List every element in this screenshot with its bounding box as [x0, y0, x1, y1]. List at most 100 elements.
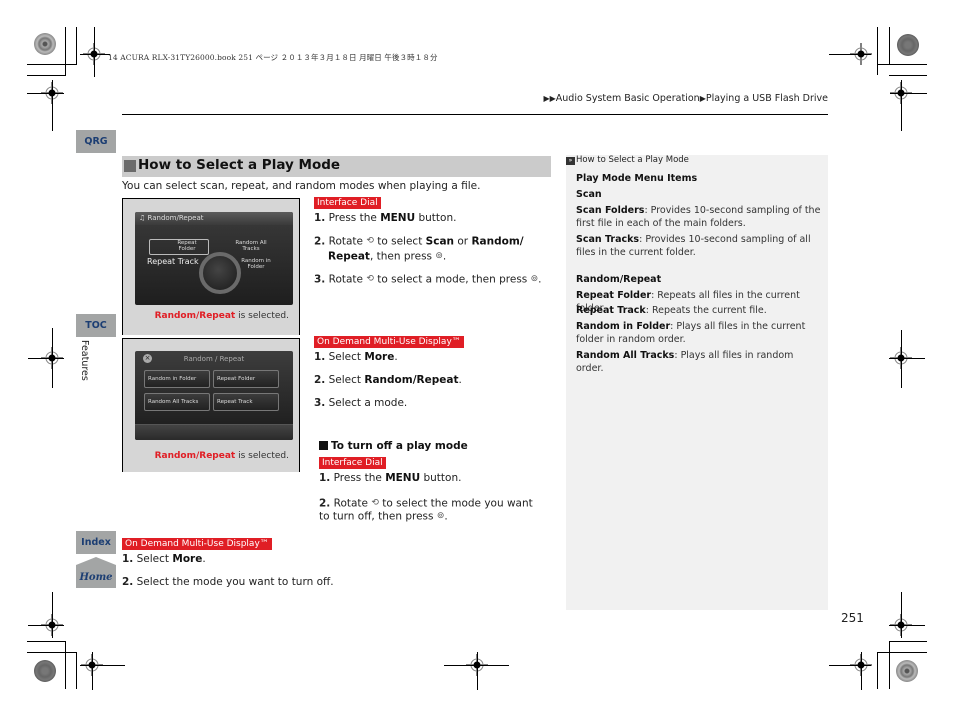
crop-mark [52, 328, 53, 388]
screen-image: ♫ Random/Repeat Repeat Folder Random All… [135, 212, 293, 305]
crop-mark [52, 592, 53, 638]
step: 2. Select Random/Repeat. [314, 374, 462, 387]
bold-text: More [364, 351, 395, 363]
crop-mark [889, 625, 925, 626]
text: Press the [325, 212, 381, 224]
text: . [202, 553, 206, 565]
text: : Repeats the current file. [645, 305, 767, 316]
registration-disc-icon [897, 34, 919, 56]
text: 2. [122, 576, 134, 588]
crop-mark [901, 80, 902, 131]
registration-disc-icon [34, 33, 56, 55]
crop-mark [94, 27, 95, 77]
rotate-dial-icon: ⟲ [366, 274, 374, 284]
crop-mark [829, 54, 871, 55]
crop-mark [877, 27, 878, 75]
text: or [454, 235, 472, 248]
crop-mark [52, 80, 53, 131]
crop-mark [877, 64, 927, 65]
dial-knob-image [199, 252, 241, 294]
step: 3. Select a mode. [314, 397, 407, 410]
home-tab[interactable]: Home [76, 557, 116, 588]
bold-text: Random in Folder [576, 321, 671, 332]
crop-mark [27, 64, 77, 65]
crop-mark [889, 27, 890, 64]
text: . [442, 250, 447, 263]
breadcrumb-item[interactable]: Audio System Basic Operation [556, 93, 700, 104]
sidebar-item: Scan Tracks: Provides 10-second sampling… [576, 233, 822, 259]
section-title: How to Select a Play Mode [138, 157, 341, 173]
step: 1. Press the MENU button. [314, 212, 456, 225]
text: 2. [314, 374, 326, 386]
step: 2. Rotate ⟲ to select Scan or Random/ [314, 235, 524, 249]
sidebar-subheading: Random/Repeat [576, 273, 822, 286]
intro-text: You can select scan, repeat, and random … [122, 180, 481, 192]
screen-option: Random in Folder [241, 258, 271, 270]
interface-dial-label: Interface Dial [319, 457, 386, 469]
screen-bottom-bar [135, 424, 293, 440]
text: to select the mode you want [378, 497, 533, 510]
subsection-heading: To turn off a play mode [319, 440, 468, 452]
sidebar-item: Scan Folders: Provides 10-second samplin… [576, 204, 822, 230]
text: 1. [319, 472, 331, 484]
text: Select [325, 351, 365, 363]
crop-mark [27, 652, 77, 653]
step: to turn off, then press ⊚. [319, 510, 448, 524]
crop-mark [27, 93, 64, 94]
crop-mark [80, 54, 110, 55]
figure-interface-dial: ♫ Random/Repeat Repeat Folder Random All… [122, 198, 300, 335]
qrg-tab[interactable]: QRG [76, 130, 116, 153]
bold-text: Play Mode Menu Items [576, 173, 698, 184]
crop-mark [65, 27, 66, 75]
screen-option: Random All Tracks [235, 240, 267, 252]
index-tab[interactable]: Index [76, 531, 116, 554]
bold-text: Random/Repeat [364, 374, 459, 386]
figure-odmd: × Random / Repeat Random in Folder Repea… [122, 338, 300, 472]
sidebar-item: Random All Tracks: Plays all files in ra… [576, 349, 822, 375]
crop-mark [890, 93, 927, 94]
step: 3. Rotate ⟲ to select a mode, then press… [314, 273, 542, 287]
text: , then press [369, 250, 436, 263]
screen-title: ♫ Random/Repeat [135, 212, 293, 225]
crop-mark [901, 330, 902, 388]
step: 1. Press the MENU button. [319, 472, 461, 485]
text: 3. [314, 273, 326, 286]
crop-mark [477, 652, 478, 690]
text: . [538, 273, 542, 286]
crop-mark [80, 665, 125, 666]
screen-image: × Random / Repeat Random in Folder Repea… [135, 351, 293, 440]
bold-text: MENU [380, 212, 416, 224]
text: 1. [314, 212, 326, 224]
screen-option: Random in Folder [144, 370, 210, 388]
crop-mark [28, 625, 64, 626]
crop-mark [92, 652, 93, 690]
screen-option: Repeat Folder [213, 370, 279, 388]
crop-mark [829, 665, 871, 666]
sidebar-subheading: Scan [576, 188, 822, 201]
bold-text: Repeat Folder [576, 290, 652, 301]
notes-sidebar: » How to Select a Play Mode Play Mode Men… [566, 155, 828, 610]
registration-disc-icon [34, 660, 56, 682]
bold-text: More [172, 553, 203, 565]
square-bullet-icon [319, 441, 328, 450]
bold-text: Scan [576, 189, 602, 200]
crop-mark [889, 641, 890, 689]
breadcrumb-item[interactable]: Playing a USB Flash Drive [706, 93, 828, 104]
text: to select [373, 235, 426, 248]
odmd-label: On Demand Multi-Use Display™ [314, 336, 464, 348]
crop-mark [901, 592, 902, 638]
screen-option: Repeat Folder [177, 240, 197, 252]
bold-text: Repeat Track [576, 305, 646, 316]
bold-text: Repeat [328, 250, 370, 263]
bold-text: Random/Repeat [576, 274, 662, 285]
section-heading: How to Select a Play Mode [122, 156, 551, 177]
reference-arrow-icon: » [566, 157, 575, 165]
text: 2. [314, 235, 326, 248]
registration-disc-icon [896, 660, 918, 682]
rotate-dial-icon: ⟲ [371, 498, 379, 508]
text: How to Select a Play Mode [576, 155, 689, 165]
text: To turn off a play mode [331, 440, 468, 452]
crop-mark [65, 641, 66, 689]
toc-tab[interactable]: TOC [76, 314, 116, 337]
bold-text: MENU [385, 472, 421, 484]
